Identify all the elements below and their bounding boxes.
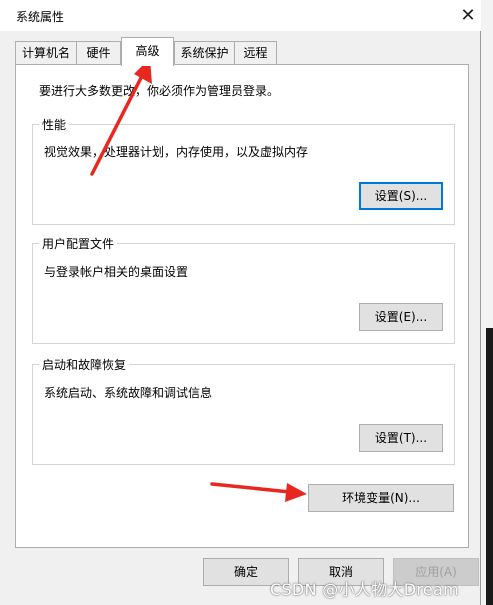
background-window-dark-area (486, 328, 493, 605)
screen: 系统属性 ✕ 计算机名 硬件 高级 系统保护 远程 要进行大多数更改，你必须作为… (0, 0, 493, 605)
startup-recovery-group: 启动和故障恢复 系统启动、系统故障和调试信息 设置(T)... (32, 356, 455, 465)
watermark: CSDN @小人物大Dream (270, 580, 459, 599)
close-icon[interactable]: ✕ (456, 4, 480, 26)
performance-title: 性能 (39, 116, 70, 133)
startup-recovery-settings-button[interactable]: 设置(T)... (359, 424, 443, 452)
user-profiles-title: 用户配置文件 (39, 235, 118, 252)
advanced-tab-panel: 要进行大多数更改，你必须作为管理员登录。 性能 视觉效果，处理器计划，内存使用，… (15, 64, 469, 548)
tab-hardware[interactable]: 硬件 (76, 41, 121, 65)
title-bar: 系统属性 ✕ (0, 0, 481, 31)
window-title: 系统属性 (16, 10, 65, 24)
tab-computer-name[interactable]: 计算机名 (15, 41, 77, 65)
performance-group: 性能 视觉效果，处理器计划，内存使用，以及虚拟内存 设置(S)... (32, 116, 455, 225)
user-profiles-group: 用户配置文件 与登录帐户相关的桌面设置 设置(E)... (32, 235, 455, 344)
user-profiles-settings-button[interactable]: 设置(E)... (359, 303, 443, 331)
system-properties-dialog: 系统属性 ✕ 计算机名 硬件 高级 系统保护 远程 要进行大多数更改，你必须作为… (0, 0, 481, 605)
admin-notice: 要进行大多数更改，你必须作为管理员登录。 (39, 84, 280, 98)
startup-recovery-title: 启动和故障恢复 (39, 356, 130, 373)
tab-advanced[interactable]: 高级 (121, 37, 174, 66)
tab-system-protection[interactable]: 系统保护 (174, 41, 235, 65)
performance-description: 视觉效果，处理器计划，内存使用，以及虚拟内存 (44, 145, 309, 159)
environment-variables-button[interactable]: 环境变量(N)... (308, 484, 454, 512)
user-profiles-description: 与登录帐户相关的桌面设置 (44, 265, 189, 279)
performance-settings-button[interactable]: 设置(S)... (359, 182, 443, 210)
tab-remote[interactable]: 远程 (234, 41, 277, 65)
startup-recovery-description: 系统启动、系统故障和调试信息 (44, 386, 213, 400)
